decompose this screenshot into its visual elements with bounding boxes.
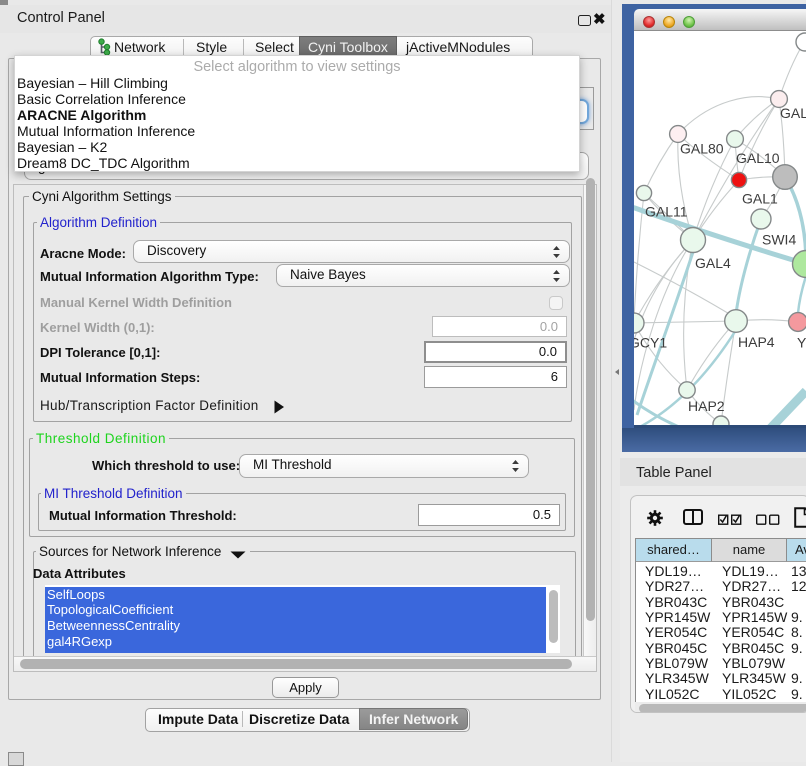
svg-text:GAL4: GAL4 [695,255,731,271]
svg-text:GAL: GAL [780,105,806,121]
svg-text:HAP2: HAP2 [688,398,725,414]
svg-text:Y: Y [797,335,806,351]
svg-text:HAP4: HAP4 [738,334,775,350]
svg-text:GAL11: GAL11 [645,204,688,220]
svg-text:GCY1: GCY1 [634,335,667,351]
svg-text:GAL80: GAL80 [680,141,724,157]
svg-text:SWI4: SWI4 [762,232,796,248]
svg-text:GAL1: GAL1 [742,191,778,207]
svg-text:GAL10: GAL10 [736,150,780,166]
